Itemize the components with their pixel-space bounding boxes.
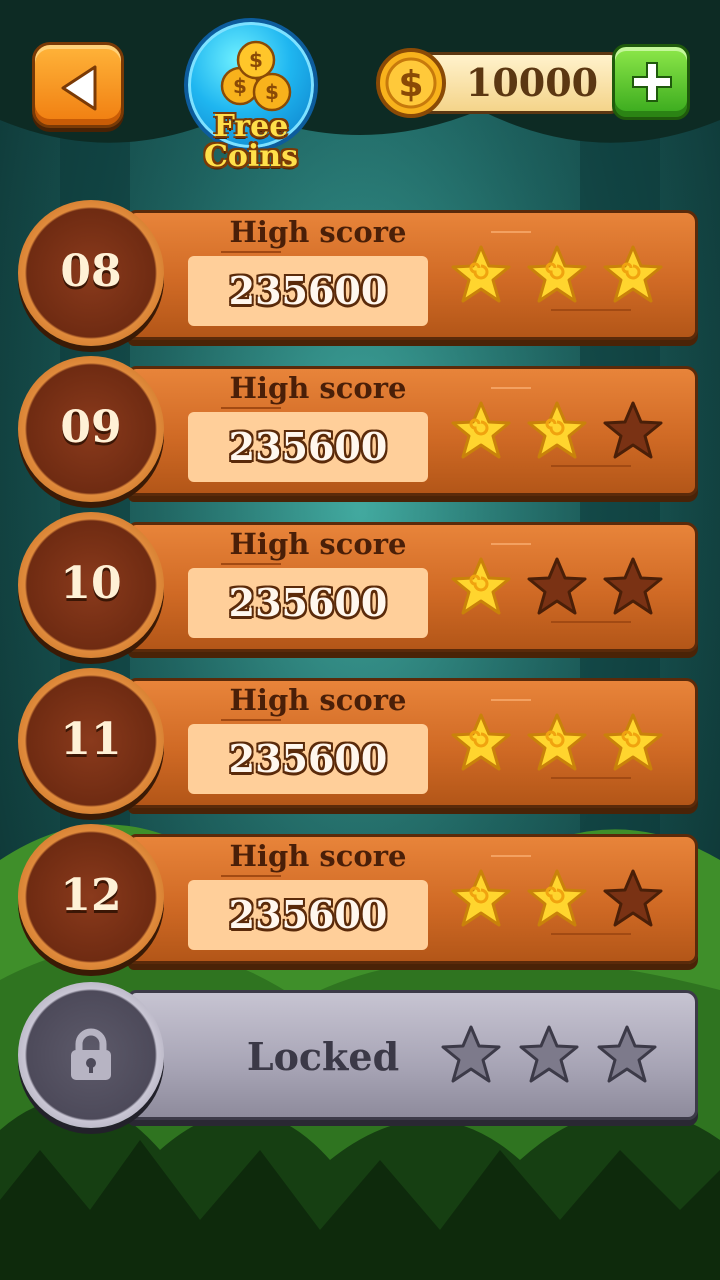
star-filled-icon <box>451 869 511 927</box>
coin-balance-value: 10000 <box>465 60 599 105</box>
high-score-label: High score <box>229 839 407 873</box>
plus-icon <box>632 62 672 102</box>
level-badge: 09 <box>18 356 164 502</box>
high-score-value: 235600 <box>228 580 388 625</box>
star-filled-icon <box>451 557 511 615</box>
star-empty-icon <box>603 869 663 927</box>
high-score-value: 235600 <box>228 268 388 313</box>
level-number: 09 <box>60 402 122 453</box>
star-filled-icon <box>527 245 587 303</box>
star-filled-icon <box>527 869 587 927</box>
free-coins-label-line2: Coins <box>204 139 298 174</box>
free-coins-label-line1: Free <box>213 109 289 144</box>
star-filled-icon <box>603 713 663 771</box>
star-empty-icon <box>603 557 663 615</box>
level-badge: 10 <box>18 512 164 658</box>
high-score-value: 235600 <box>228 736 388 781</box>
level-row[interactable]: 08 High score 235600 <box>18 200 702 348</box>
star-empty-icon <box>441 1025 501 1083</box>
locked-label: Locked <box>246 1034 400 1079</box>
high-score-label: High score <box>229 371 407 405</box>
back-arrow-icon <box>61 65 97 111</box>
star-empty-icon <box>527 557 587 615</box>
back-button[interactable] <box>32 42 124 128</box>
level-row[interactable]: 12 High score 235600 <box>18 824 702 972</box>
svg-text:$: $ <box>398 64 423 105</box>
high-score-value: 235600 <box>228 892 388 937</box>
star-filled-icon <box>451 401 511 459</box>
coin-icon: $ <box>376 48 446 118</box>
level-number: 10 <box>60 558 122 609</box>
high-score-value: 235600 <box>228 424 388 469</box>
star-filled-icon <box>527 713 587 771</box>
star-filled-icon <box>451 713 511 771</box>
star-filled-icon <box>527 401 587 459</box>
level-row[interactable]: 11 High score 235600 <box>18 668 702 816</box>
high-score-label: High score <box>229 527 407 561</box>
svg-text:$: $ <box>249 48 263 72</box>
star-filled-icon <box>451 245 511 303</box>
svg-text:$: $ <box>265 80 279 104</box>
level-number: 12 <box>60 870 122 921</box>
add-coins-button[interactable] <box>612 44 690 120</box>
star-empty-icon <box>519 1025 579 1083</box>
free-coins-label: Free Coins <box>184 112 318 172</box>
level-badge: 11 <box>18 668 164 814</box>
level-row[interactable]: 09 High score 235600 <box>18 356 702 504</box>
level-row-locked: Locked <box>18 982 702 1130</box>
star-empty-icon <box>603 401 663 459</box>
lock-icon <box>71 1028 111 1080</box>
high-score-label: High score <box>229 215 407 249</box>
star-filled-icon <box>603 245 663 303</box>
high-score-label: High score <box>229 683 407 717</box>
level-badge: 12 <box>18 824 164 970</box>
level-number: 08 <box>60 246 122 297</box>
level-row[interactable]: 10 High score 235600 <box>18 512 702 660</box>
level-number: 11 <box>60 714 122 765</box>
star-empty-icon <box>597 1025 657 1083</box>
svg-text:$: $ <box>233 74 247 98</box>
locked-badge <box>18 982 164 1128</box>
level-badge: 08 <box>18 200 164 346</box>
